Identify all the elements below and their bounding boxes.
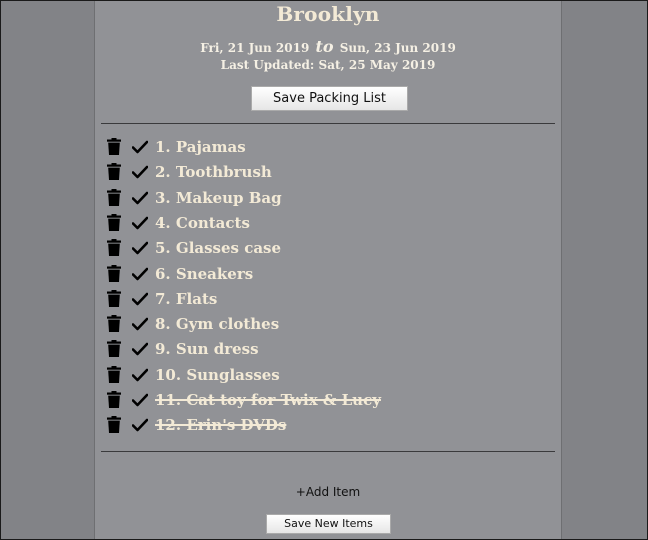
list-item: 1. Pajamas — [105, 135, 545, 159]
item-label: 4. Contacts — [155, 213, 250, 232]
divider-top — [101, 123, 555, 124]
trash-icon[interactable] — [107, 416, 121, 434]
checkmark-icon[interactable] — [131, 164, 149, 179]
divider-bottom — [101, 451, 555, 452]
item-label: 9. Sun dress — [155, 340, 259, 359]
checkmark-icon[interactable] — [131, 215, 149, 230]
trash-icon[interactable] — [107, 264, 121, 282]
checkmark-icon[interactable] — [131, 341, 149, 356]
checkmark-icon[interactable] — [131, 190, 149, 204]
checkmark-icon[interactable] — [131, 291, 149, 306]
list-item: 8. Gym clothes — [105, 312, 545, 336]
list-item: 5. Glasses case — [105, 236, 545, 260]
checkmark-icon[interactable] — [131, 367, 149, 381]
item-label: 10. Sunglasses — [155, 365, 280, 384]
item-label: 1. Pajamas — [155, 138, 246, 156]
item-label: 12. Erin's DVDs — [155, 416, 287, 435]
item-label: 11. Cat toy for Twix & Lucy — [155, 391, 381, 409]
list-item: 2. Toothbrush — [105, 160, 545, 184]
list-item: 10. Sunglasses — [105, 363, 545, 387]
trip-dates: Fri, 21 Jun 2019 to Sun, 23 Jun 2019 — [95, 37, 561, 56]
packing-list-panel: Brooklyn Fri, 21 Jun 2019 to Sun, 23 Jun… — [94, 0, 562, 540]
trash-icon[interactable] — [107, 163, 121, 181]
list-item: 6. Sneakers — [105, 262, 545, 286]
item-label: 6. Sneakers — [155, 264, 254, 283]
item-label: 2. Toothbrush — [155, 163, 272, 182]
left-margin — [0, 0, 94, 540]
checkmark-icon[interactable] — [131, 316, 149, 331]
list-item: 7. Flats — [105, 287, 545, 311]
save-packing-list-button[interactable]: Save Packing List — [251, 86, 408, 111]
trip-city-title: Brooklyn — [276, 2, 380, 26]
list-item: 4. Contacts — [105, 211, 545, 235]
trash-icon[interactable] — [107, 239, 121, 257]
trash-icon[interactable] — [107, 340, 121, 358]
right-margin — [562, 0, 648, 540]
save-new-items-button[interactable]: Save New Items — [266, 514, 391, 534]
trash-icon[interactable] — [107, 391, 121, 408]
list-item: 12. Erin's DVDs — [105, 413, 545, 437]
item-label: 5. Glasses case — [155, 239, 282, 258]
trash-icon[interactable] — [107, 213, 121, 231]
checkmark-icon[interactable] — [131, 392, 149, 407]
list-item: 3. Makeup Bag — [105, 186, 545, 210]
item-label: 7. Flats — [155, 289, 218, 308]
list-item: 11. Cat toy for Twix & Lucy — [105, 388, 545, 412]
end-date: Sun, 23 Jun 2019 — [339, 41, 456, 55]
checkmark-icon[interactable] — [131, 266, 149, 280]
to-separator: to — [315, 37, 334, 56]
item-label: 8. Gym clothes — [155, 315, 280, 334]
start-date: Fri, 21 Jun 2019 — [200, 41, 310, 55]
add-item-link[interactable]: +Add Item — [95, 485, 561, 499]
trash-icon[interactable] — [107, 315, 121, 333]
checkmark-icon[interactable] — [131, 240, 149, 255]
list-item: 9. Sun dress — [105, 337, 545, 361]
last-updated: Last Updated: Sat, 25 May 2019 — [220, 58, 436, 72]
checkmark-icon[interactable] — [131, 417, 149, 432]
trash-icon[interactable] — [107, 365, 121, 383]
trash-icon[interactable] — [107, 188, 121, 206]
checkmark-icon[interactable] — [131, 139, 149, 154]
item-label: 3. Makeup Bag — [155, 188, 282, 207]
trash-icon[interactable] — [107, 289, 121, 307]
trash-icon[interactable] — [107, 138, 121, 155]
